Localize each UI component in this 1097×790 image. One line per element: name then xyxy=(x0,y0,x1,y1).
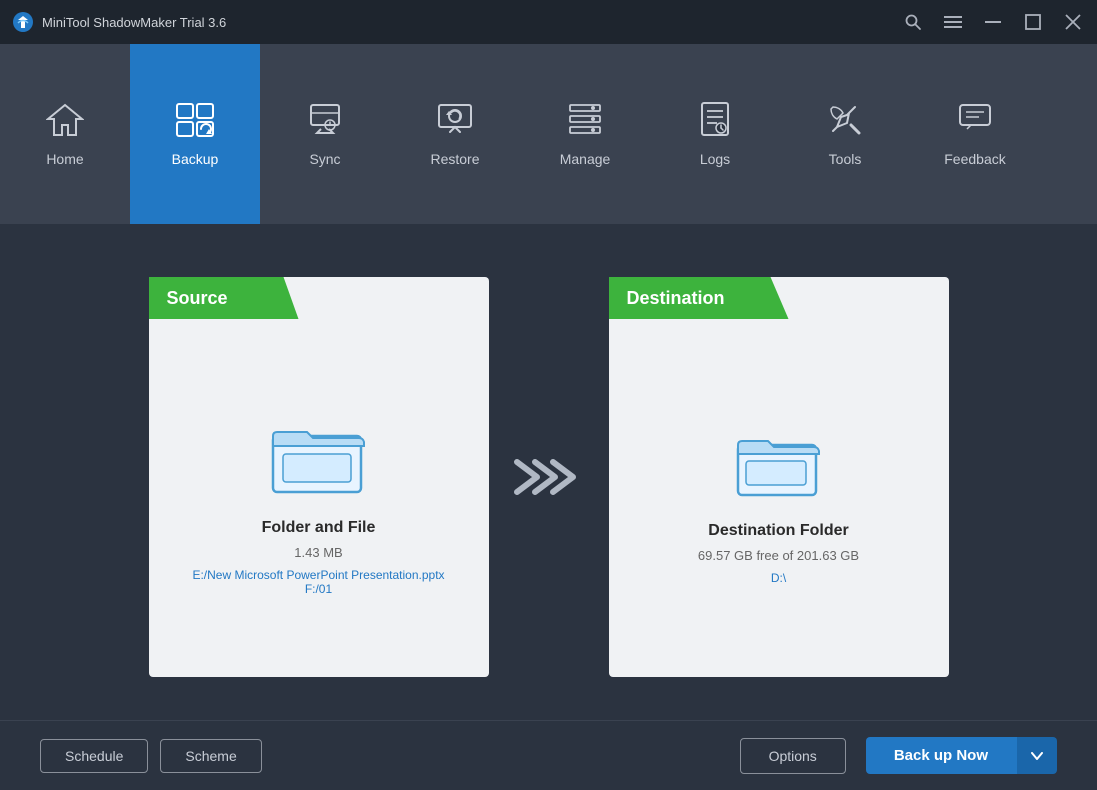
titlebar-left: MiniTool ShadowMaker Trial 3.6 xyxy=(12,11,226,33)
destination-panel[interactable]: Destination Destination Folder 69.57 GB … xyxy=(609,277,949,677)
nav-label-manage: Manage xyxy=(560,151,611,167)
destination-header: Destination xyxy=(609,277,789,319)
source-title: Folder and File xyxy=(262,519,376,537)
nav-item-feedback[interactable]: Feedback xyxy=(910,44,1040,224)
menu-button[interactable] xyxy=(941,10,965,34)
nav-item-home[interactable]: Home xyxy=(0,44,130,224)
schedule-button[interactable]: Schedule xyxy=(40,739,148,773)
source-header: Source xyxy=(149,277,299,319)
bottom-left-buttons: Schedule Scheme xyxy=(40,739,262,773)
source-panel[interactable]: Source Folder and File 1.43 MB E:/New Mi… xyxy=(149,277,489,677)
app-logo xyxy=(12,11,34,33)
source-folder-icon xyxy=(271,418,366,501)
nav-label-logs: Logs xyxy=(700,151,730,167)
logs-icon xyxy=(699,101,731,143)
arrows-divider xyxy=(489,452,609,502)
nav-label-restore: Restore xyxy=(430,151,479,167)
app-title: MiniTool ShadowMaker Trial 3.6 xyxy=(42,15,226,30)
nav-item-backup[interactable]: Backup xyxy=(130,44,260,224)
options-button[interactable]: Options xyxy=(740,738,846,774)
nav-item-logs[interactable]: Logs xyxy=(650,44,780,224)
backup-now-dropdown-button[interactable] xyxy=(1016,737,1057,774)
backup-now-group: Back up Now xyxy=(866,737,1057,774)
bottombar: Schedule Scheme Options Back up Now xyxy=(0,720,1097,790)
nav-item-tools[interactable]: Tools xyxy=(780,44,910,224)
search-button[interactable] xyxy=(901,10,925,34)
scheme-button[interactable]: Scheme xyxy=(160,739,261,773)
destination-title: Destination Folder xyxy=(708,522,848,540)
nav-item-restore[interactable]: Restore xyxy=(390,44,520,224)
maximize-button[interactable] xyxy=(1021,10,1045,34)
tools-icon xyxy=(827,101,863,143)
backup-row: Source Folder and File 1.43 MB E:/New Mi… xyxy=(89,277,1009,677)
restore-icon xyxy=(436,101,474,143)
destination-path: D:\ xyxy=(771,571,786,585)
nav-item-sync[interactable]: Sync xyxy=(260,44,390,224)
backup-now-button[interactable]: Back up Now xyxy=(866,737,1016,774)
close-button[interactable] xyxy=(1061,10,1085,34)
nav-item-manage[interactable]: Manage xyxy=(520,44,650,224)
backup-icon xyxy=(174,101,216,143)
source-path: E:/New Microsoft PowerPoint Presentation… xyxy=(192,568,444,596)
nav-label-backup: Backup xyxy=(172,151,219,167)
destination-free-space: 69.57 GB free of 201.63 GB xyxy=(698,548,859,563)
titlebar-controls xyxy=(901,10,1085,34)
feedback-icon xyxy=(957,101,993,143)
chevron-down-icon xyxy=(1031,752,1043,760)
source-size: 1.43 MB xyxy=(294,545,342,560)
main-content: Source Folder and File 1.43 MB E:/New Mi… xyxy=(0,224,1097,720)
nav-label-home: Home xyxy=(46,151,83,167)
manage-icon xyxy=(567,101,603,143)
minimize-button[interactable] xyxy=(981,10,1005,34)
bottom-right-buttons: Options Back up Now xyxy=(740,737,1057,774)
navbar: Home Backup xyxy=(0,44,1097,224)
nav-label-sync: Sync xyxy=(309,151,340,167)
titlebar: MiniTool ShadowMaker Trial 3.6 xyxy=(0,0,1097,44)
home-icon xyxy=(46,101,84,143)
destination-folder-icon xyxy=(736,429,821,504)
nav-label-feedback: Feedback xyxy=(944,151,1005,167)
sync-icon xyxy=(307,101,343,143)
nav-label-tools: Tools xyxy=(829,151,862,167)
